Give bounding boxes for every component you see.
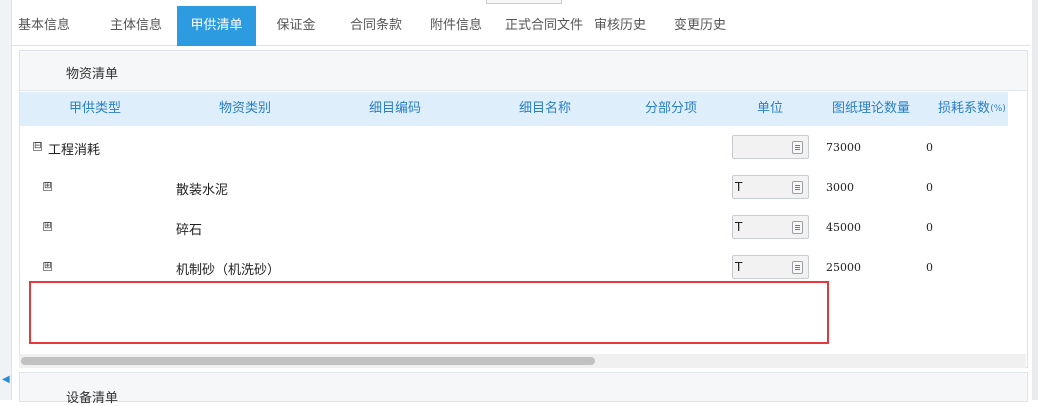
- quantity-cell: 25000: [826, 261, 861, 274]
- tab-bar: 基本信息 主体信息 甲供清单 保证金 合同条款 附件信息 正式合同文件 审核历史…: [12, 6, 1030, 46]
- table-row[interactable]: ⊟ 工程消耗 73000 0: [20, 127, 1008, 167]
- material-panel-title: 物资清单: [66, 67, 119, 82]
- quantity-cell: 73000: [826, 141, 861, 154]
- col-supply-type[interactable]: 甲供类型: [60, 92, 130, 126]
- tab-review-history[interactable]: 审核历史: [588, 6, 652, 46]
- list-picker-icon[interactable]: [792, 181, 803, 194]
- quantity-cell: 45000: [826, 221, 861, 234]
- unit-value: T: [735, 220, 743, 234]
- col-item-code[interactable]: 细目编码: [360, 92, 430, 126]
- expand-icon[interactable]: ⊞: [43, 262, 52, 271]
- col-drawing-quantity[interactable]: 图纸理论数量: [826, 92, 916, 126]
- tab-subject-info[interactable]: 主体信息: [94, 6, 178, 46]
- material-category-cell: 碎石: [176, 223, 203, 238]
- tab-formal-contract-files[interactable]: 正式合同文件: [496, 6, 592, 46]
- scrollbar-thumb[interactable]: [21, 357, 595, 365]
- contract-detail-window: ◀ 基本信息 主体信息 甲供清单 保证金 合同条款 附件信息 正式合同文件 审核…: [0, 0, 1038, 406]
- tab-contract-terms[interactable]: 合同条款: [336, 6, 416, 46]
- loss-factor-cell: 0: [926, 221, 933, 234]
- material-table-header: 甲供类型 物资类别 细目编码 细目名称 分部分项 单位 图纸理论数量 损耗系数 …: [20, 92, 1008, 126]
- unit-value: T: [735, 260, 743, 274]
- highlight-box: [29, 281, 829, 344]
- equipment-list-panel: 设备清单: [19, 372, 1028, 406]
- col-sub-item[interactable]: 分部分项: [636, 92, 706, 126]
- loss-factor-unit: (%): [990, 104, 1006, 114]
- table-row[interactable]: ⊞ 散装水泥 T 3000 0: [20, 167, 1008, 207]
- loss-factor-cell: 0: [926, 181, 933, 194]
- col-loss-factor[interactable]: 损耗系数: [934, 92, 994, 126]
- top-handle: [486, 0, 562, 4]
- loss-factor-cell: 0: [926, 141, 933, 154]
- vertical-scrollbar[interactable]: [1032, 0, 1038, 400]
- list-picker-icon[interactable]: [792, 261, 803, 274]
- quantity-cell: 3000: [826, 181, 854, 194]
- tab-change-history[interactable]: 变更历史: [668, 6, 732, 46]
- expand-icon[interactable]: ⊞: [43, 222, 52, 231]
- supply-type-cell: 工程消耗: [48, 143, 101, 158]
- unit-value: T: [735, 180, 743, 194]
- tab-deposit[interactable]: 保证金: [256, 6, 336, 46]
- collapse-icon[interactable]: ⊟: [33, 142, 42, 151]
- tab-attachments[interactable]: 附件信息: [416, 6, 496, 46]
- tab-basic-info[interactable]: 基本信息: [12, 6, 76, 46]
- material-category-cell: 机制砂（机洗砂）: [176, 263, 281, 278]
- unit-selector[interactable]: T: [732, 175, 809, 199]
- tab-owner-supplied-list[interactable]: 甲供清单: [177, 6, 256, 46]
- unit-selector[interactable]: T: [732, 215, 809, 239]
- equipment-panel-title: 设备清单: [66, 391, 119, 406]
- col-material-category[interactable]: 物资类别: [210, 92, 280, 126]
- unit-selector[interactable]: [732, 135, 809, 159]
- collapse-arrow-icon[interactable]: ◀: [2, 370, 10, 390]
- table-row[interactable]: ⊞ 碎石 T 45000 0: [20, 207, 1008, 247]
- unit-selector[interactable]: T: [732, 255, 809, 279]
- list-picker-icon[interactable]: [792, 141, 803, 154]
- horizontal-scrollbar[interactable]: [19, 354, 1026, 368]
- expand-icon[interactable]: ⊞: [43, 182, 52, 191]
- col-unit[interactable]: 单位: [748, 92, 792, 126]
- material-category-cell: 散装水泥: [176, 183, 229, 198]
- list-picker-icon[interactable]: [792, 221, 803, 234]
- col-item-name[interactable]: 细目名称: [510, 92, 580, 126]
- material-panel-header: 物资清单: [20, 51, 1027, 91]
- left-collapse-bar[interactable]: ◀: [0, 0, 12, 400]
- loss-factor-cell: 0: [926, 261, 933, 274]
